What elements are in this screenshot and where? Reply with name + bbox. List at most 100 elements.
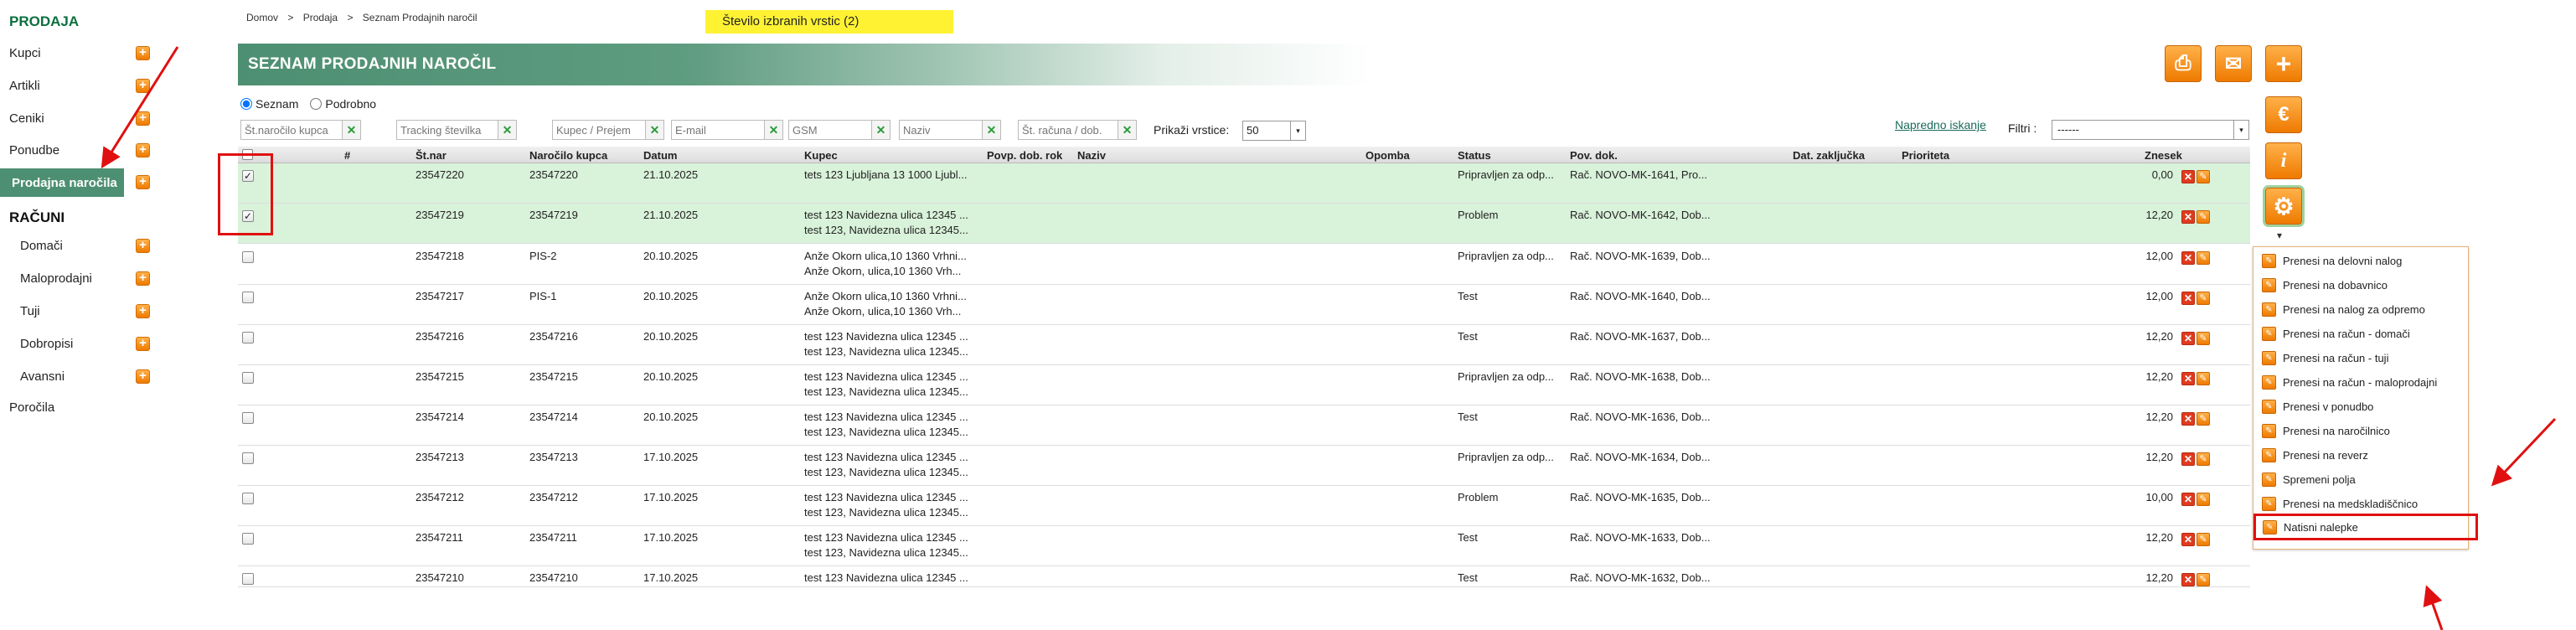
add-ceniki-icon[interactable]: + bbox=[136, 111, 150, 126]
delete-icon[interactable]: ✕ bbox=[2181, 412, 2195, 426]
delete-icon[interactable]: ✕ bbox=[2181, 332, 2195, 345]
add-avansni-icon[interactable]: + bbox=[136, 369, 150, 384]
add-ponudbe-icon[interactable]: + bbox=[136, 143, 150, 158]
view-mode-podrobno[interactable]: Podrobno bbox=[310, 97, 376, 111]
row-checkbox[interactable] bbox=[242, 493, 254, 504]
menu-item-prenesi-na-reverz[interactable]: ✎ Prenesi na reverz bbox=[2255, 445, 2466, 466]
podrobno-radio[interactable] bbox=[310, 98, 323, 110]
breadcrumb-prodaja[interactable]: Prodaja bbox=[303, 12, 338, 23]
clear-icon[interactable]: ✕ bbox=[872, 120, 891, 140]
menu-item-prenesi-na-naročilnico[interactable]: ✎ Prenesi na naročilnico bbox=[2255, 421, 2466, 442]
add-kupci-icon[interactable]: + bbox=[136, 46, 150, 60]
advanced-search-link[interactable]: Napredno iskanje bbox=[1895, 118, 1986, 132]
delete-icon[interactable]: ✕ bbox=[2181, 533, 2195, 546]
sidebar-item-avansni[interactable]: Avansni + bbox=[0, 364, 155, 389]
cell-pov-dok[interactable]: Rač. NOVO-MK-1633, Dob... bbox=[1570, 531, 1737, 544]
add-dobropisi-icon[interactable]: + bbox=[136, 337, 150, 351]
delete-icon[interactable]: ✕ bbox=[2181, 251, 2195, 265]
edit-icon[interactable]: ✎ bbox=[2197, 292, 2210, 305]
sidebar-item-ceniki[interactable]: Ceniki + bbox=[0, 106, 155, 131]
table-row[interactable]: 23547210 23547210 17.10.2025 test 123 Navid… bbox=[238, 566, 2250, 586]
edit-icon[interactable]: ✎ bbox=[2197, 533, 2210, 546]
cell-pov-dok[interactable]: Rač. NOVO-MK-1642, Dob... bbox=[1570, 209, 1737, 221]
col-header-opomba[interactable]: Opomba bbox=[1365, 149, 1410, 162]
breadcrumb-home[interactable]: Domov bbox=[246, 12, 278, 23]
filter-select[interactable]: ------ ▾ bbox=[2052, 120, 2249, 140]
menu-item-prenesi-na-delovni-nalog[interactable]: ✎ Prenesi na delovni nalog bbox=[2255, 250, 2466, 271]
cell-pov-dok[interactable]: Rač. NOVO-MK-1634, Dob... bbox=[1570, 451, 1737, 463]
col-header-pov-dok[interactable]: Pov. dok. bbox=[1570, 149, 1618, 162]
edit-icon[interactable]: ✎ bbox=[2197, 493, 2210, 506]
table-row[interactable]: 23547215 23547215 20.10.2025 test 123 Navid… bbox=[238, 365, 2250, 405]
sidebar-item-kupci[interactable]: Kupci + bbox=[0, 40, 155, 65]
clear-icon[interactable]: ✕ bbox=[498, 120, 517, 140]
table-row[interactable]: ✓ 23547219 23547219 21.10.2025 test 123 Navi… bbox=[238, 204, 2250, 244]
cell-pov-dok[interactable]: Rač. NOVO-MK-1635, Dob... bbox=[1570, 491, 1737, 503]
sidebar-item-ponudbe[interactable]: Ponudbe + bbox=[0, 137, 155, 163]
cell-pov-dok[interactable]: Rač. NOVO-MK-1637, Dob... bbox=[1570, 330, 1737, 343]
cell-pov-dok[interactable]: Rač. NOVO-MK-1641, Pro... bbox=[1570, 168, 1737, 181]
table-row[interactable]: 23547211 23547211 17.10.2025 test 123 Navid… bbox=[238, 526, 2250, 566]
edit-icon[interactable]: ✎ bbox=[2197, 372, 2210, 385]
table-row[interactable]: 23547214 23547214 20.10.2025 test 123 Navid… bbox=[238, 405, 2250, 446]
table-row[interactable]: 23547213 23547213 17.10.2025 test 123 Navid… bbox=[238, 446, 2250, 486]
sidebar-item-prodajna-narocila[interactable]: Prodajna naročila bbox=[0, 168, 124, 197]
cell-pov-dok[interactable]: Rač. NOVO-MK-1632, Dob... bbox=[1570, 571, 1737, 584]
menu-item-prenesi-na-račun-tuji[interactable]: ✎ Prenesi na račun - tuji bbox=[2255, 348, 2466, 369]
add-domaci-icon[interactable]: + bbox=[136, 239, 150, 253]
row-checkbox[interactable] bbox=[242, 573, 254, 585]
delete-icon[interactable]: ✕ bbox=[2181, 493, 2195, 506]
col-header-index[interactable]: # bbox=[344, 149, 350, 162]
euro-button[interactable]: € bbox=[2265, 96, 2302, 133]
clear-icon[interactable]: ✕ bbox=[983, 120, 1001, 140]
tracking-input[interactable] bbox=[396, 120, 498, 140]
info-button[interactable]: i bbox=[2265, 142, 2302, 179]
edit-icon[interactable]: ✎ bbox=[2197, 210, 2210, 224]
col-header-narocilo-kupca[interactable]: Naročilo kupca bbox=[529, 149, 607, 162]
kupec-input[interactable] bbox=[552, 120, 646, 140]
seznam-radio[interactable] bbox=[240, 98, 252, 110]
row-checkbox[interactable] bbox=[242, 452, 254, 464]
col-header-dat-zakljucka[interactable]: Dat. zaključka bbox=[1793, 149, 1865, 162]
edit-icon[interactable]: ✎ bbox=[2197, 573, 2210, 586]
sidebar-item-maloprodajni[interactable]: Maloprodajni + bbox=[0, 266, 155, 291]
row-checkbox[interactable] bbox=[242, 251, 254, 263]
add-maloprodajni-icon[interactable]: + bbox=[136, 271, 150, 286]
menu-item-prenesi-v-ponudbo[interactable]: ✎ Prenesi v ponudbo bbox=[2255, 396, 2466, 417]
menu-item-prenesi-na-dobavnico[interactable]: ✎ Prenesi na dobavnico bbox=[2255, 275, 2466, 296]
cell-pov-dok[interactable]: Rač. NOVO-MK-1638, Dob... bbox=[1570, 370, 1737, 383]
print-button[interactable]: ⎙ bbox=[2165, 45, 2202, 82]
naziv-input[interactable] bbox=[899, 120, 983, 140]
racun-input[interactable] bbox=[1018, 120, 1118, 140]
table-row[interactable]: 23547212 23547212 17.10.2025 test 123 Navid… bbox=[238, 486, 2250, 526]
row-checkbox[interactable] bbox=[242, 533, 254, 545]
email-input[interactable] bbox=[671, 120, 765, 140]
clear-icon[interactable]: ✕ bbox=[343, 120, 361, 140]
delete-icon[interactable]: ✕ bbox=[2181, 452, 2195, 466]
delete-icon[interactable]: ✕ bbox=[2181, 372, 2195, 385]
sidebar-item-domaci[interactable]: Domači + bbox=[0, 233, 155, 258]
delete-icon[interactable]: ✕ bbox=[2181, 210, 2195, 224]
col-header-stnar[interactable]: Št.nar bbox=[416, 149, 447, 162]
clear-icon[interactable]: ✕ bbox=[765, 120, 783, 140]
sidebar-item-porocila[interactable]: Poročila bbox=[9, 400, 54, 415]
chevron-down-icon[interactable]: ▾ bbox=[2277, 230, 2282, 241]
add-tuji-icon[interactable]: + bbox=[136, 304, 150, 318]
row-checkbox[interactable] bbox=[242, 292, 254, 303]
add-artikli-icon[interactable]: + bbox=[136, 79, 150, 93]
mail-button[interactable]: ✉ bbox=[2215, 45, 2252, 82]
narocilo-kupca-input[interactable] bbox=[240, 120, 343, 140]
menu-item-prenesi-na-medskladiščnico[interactable]: ✎ Prenesi na medskladiščnico bbox=[2255, 493, 2466, 514]
delete-icon[interactable]: ✕ bbox=[2181, 573, 2195, 586]
col-header-naziv[interactable]: Naziv bbox=[1077, 149, 1106, 162]
col-header-kupec[interactable]: Kupec bbox=[804, 149, 838, 162]
rows-per-page-select[interactable]: 50 ▾ bbox=[1242, 121, 1306, 141]
clear-icon[interactable]: ✕ bbox=[646, 120, 664, 140]
edit-icon[interactable]: ✎ bbox=[2197, 170, 2210, 183]
view-mode-seznam[interactable]: Seznam bbox=[240, 97, 298, 111]
gsm-input[interactable] bbox=[788, 120, 872, 140]
table-row[interactable]: 23547216 23547216 20.10.2025 test 123 Navid… bbox=[238, 325, 2250, 365]
col-header-datum[interactable]: Datum bbox=[643, 149, 677, 162]
settings-button[interactable]: ⚙ bbox=[2265, 188, 2302, 225]
col-header-znesek[interactable]: Znesek bbox=[2145, 149, 2182, 162]
